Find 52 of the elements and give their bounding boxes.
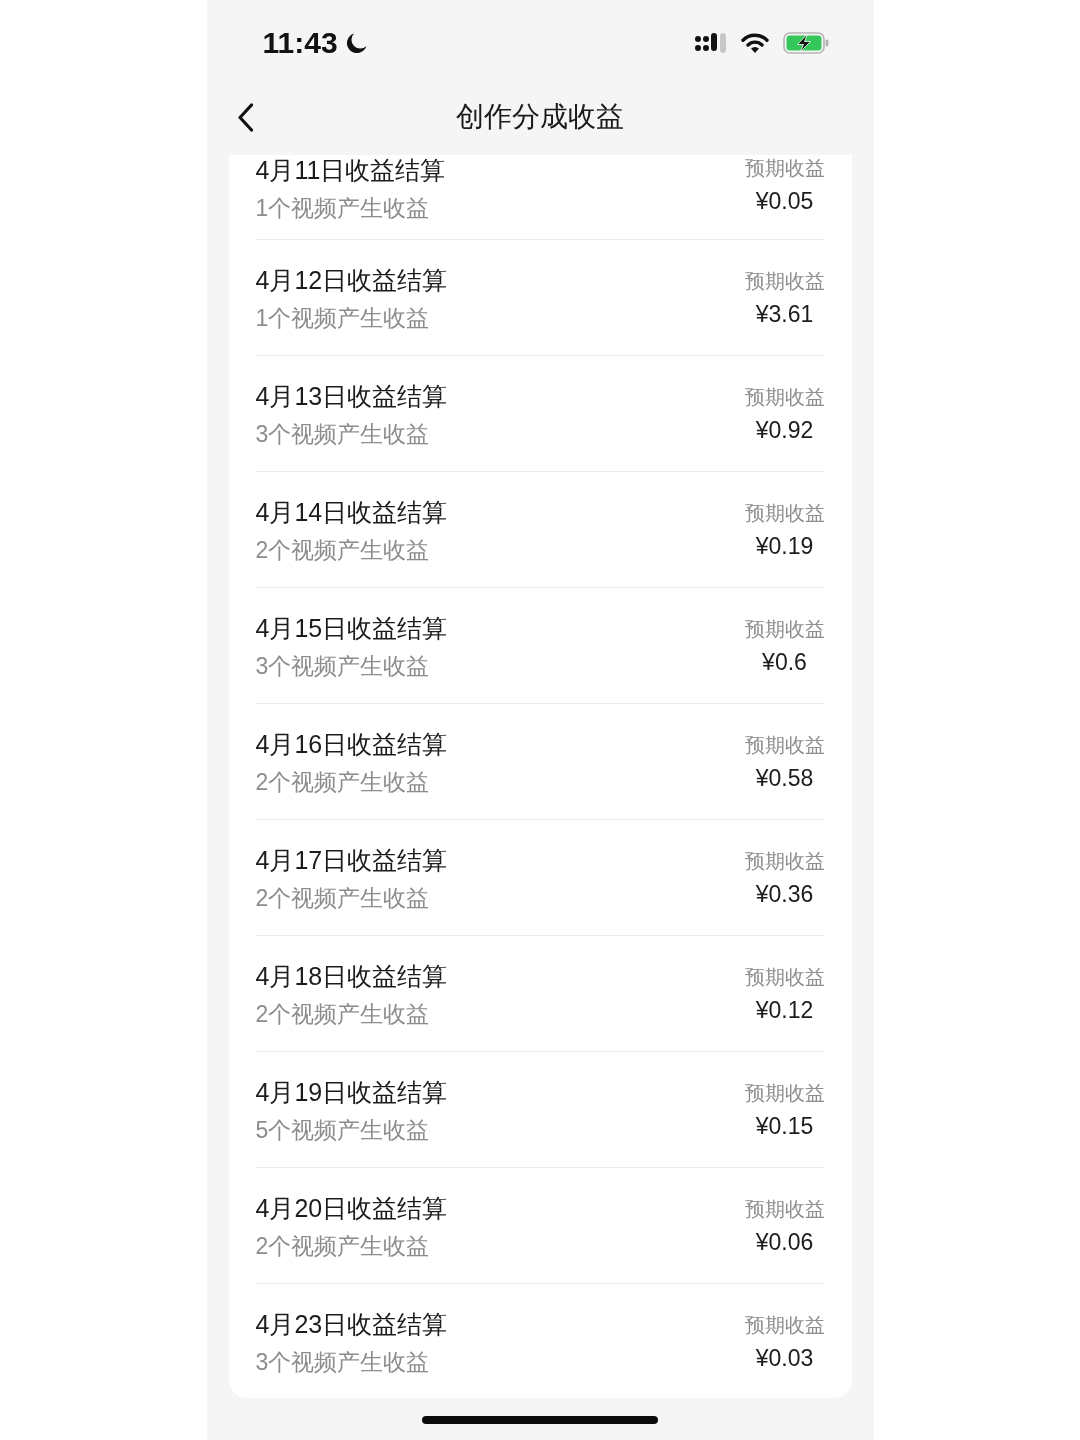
chevron-left-icon <box>236 102 254 132</box>
moon-icon <box>344 32 367 54</box>
earnings-amount: ¥0.6 <box>762 648 807 676</box>
expected-earnings-label: 预期收益 <box>744 617 825 642</box>
wifi-icon <box>740 33 769 53</box>
settlement-title: 4月13日收益结算 <box>255 381 448 411</box>
expected-earnings-label: 预期收益 <box>744 385 825 410</box>
settlement-title: 4月12日收益结算 <box>255 265 448 295</box>
earnings-amount: ¥0.05 <box>755 187 814 215</box>
battery-icon <box>782 32 829 54</box>
earnings-amount: ¥0.36 <box>755 880 814 908</box>
video-count-text: 2个视频产生收益 <box>255 1000 431 1029</box>
settlement-title: 4月11日收益结算 <box>255 155 446 185</box>
settlement-title: 4月18日收益结算 <box>255 961 448 991</box>
earnings-amount: ¥0.03 <box>755 1344 814 1372</box>
video-count-text: 5个视频产生收益 <box>255 1116 431 1145</box>
video-count-text: 2个视频产生收益 <box>255 1232 431 1261</box>
video-count-text: 3个视频产生收益 <box>255 652 431 681</box>
video-count-text: 1个视频产生收益 <box>255 194 431 223</box>
earnings-amount: ¥0.12 <box>755 996 814 1024</box>
video-count-text: 1个视频产生收益 <box>255 304 431 333</box>
expected-earnings-label: 预期收益 <box>744 1197 825 1222</box>
settlement-title: 4月15日收益结算 <box>255 613 448 643</box>
status-time: 11:43 <box>262 25 338 61</box>
settlement-title: 4月14日收益结算 <box>255 497 448 527</box>
expected-earnings-label: 预期收益 <box>744 269 825 294</box>
earnings-amount: ¥0.15 <box>755 1112 814 1140</box>
expected-earnings-label: 预期收益 <box>744 849 825 874</box>
earnings-amount: ¥0.06 <box>755 1228 814 1256</box>
video-count-text: 2个视频产生收益 <box>255 768 431 797</box>
settlement-title: 4月20日收益结算 <box>255 1193 448 1223</box>
expected-earnings-label: 预期收益 <box>744 501 825 526</box>
video-count-text: 2个视频产生收益 <box>255 884 431 913</box>
settlement-title: 4月23日收益结算 <box>255 1309 448 1339</box>
expected-earnings-label: 预期收益 <box>744 733 825 758</box>
expected-earnings-label: 预期收益 <box>744 156 825 181</box>
earnings-amount: ¥0.58 <box>755 764 814 792</box>
settlement-title: 4月17日收益结算 <box>255 845 448 875</box>
settlement-title: 4月16日收益结算 <box>255 729 448 759</box>
page-title: 创作分成收益 <box>456 100 624 134</box>
earnings-amount: ¥3.61 <box>755 300 814 328</box>
earnings-amount: ¥0.19 <box>755 532 814 560</box>
expected-earnings-label: 预期收益 <box>744 1313 825 1338</box>
video-count-text: 3个视频产生收益 <box>255 420 431 449</box>
video-count-text: 3个视频产生收益 <box>255 1348 431 1377</box>
earnings-amount: ¥0.92 <box>755 416 814 444</box>
back-button[interactable] <box>236 102 254 132</box>
settlement-title: 4月19日收益结算 <box>255 1077 448 1107</box>
expected-earnings-label: 预期收益 <box>744 965 825 990</box>
signal-icon <box>694 33 727 53</box>
expected-earnings-label: 预期收益 <box>744 1081 825 1106</box>
video-count-text: 2个视频产生收益 <box>255 536 431 565</box>
